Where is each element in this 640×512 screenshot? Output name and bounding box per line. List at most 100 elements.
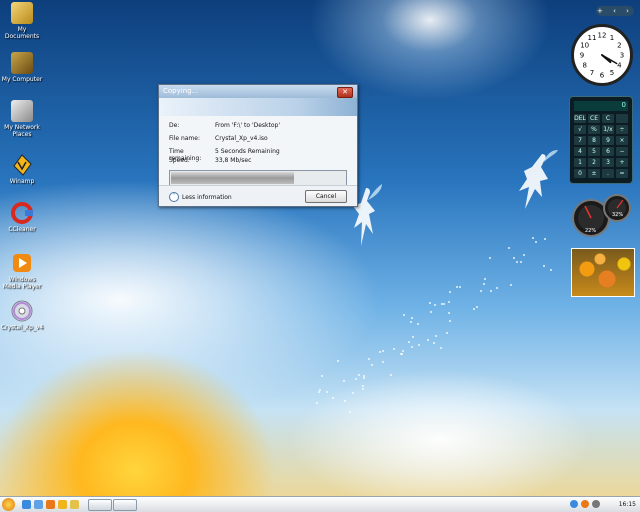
sparkle	[410, 317, 413, 320]
sparkle	[399, 352, 402, 355]
cpu-meter-gadget[interactable]: 22% 32%	[571, 192, 633, 238]
desktop-icon-winamp[interactable]: Winamp	[0, 154, 44, 185]
calculator-key[interactable]: 8	[588, 136, 600, 145]
calculator-key[interactable]: CE	[588, 114, 600, 123]
calculator-key[interactable]: 3	[602, 158, 614, 167]
tray-security-icon[interactable]	[581, 500, 589, 508]
clock-numeral: 7	[590, 69, 594, 77]
desktop-icon-media-player[interactable]: Windows Media Player	[0, 252, 44, 290]
clock-numeral: 10	[580, 42, 589, 50]
calculator-key[interactable]: 4	[574, 147, 586, 156]
system-tray: 16:15	[566, 497, 640, 512]
field-value: From 'F:\' to 'Desktop'	[215, 122, 280, 129]
less-information-toggle[interactable]: ˄ Less information	[169, 192, 232, 202]
calculator-key[interactable]: 6	[602, 147, 614, 156]
clock-numeral: 12	[598, 32, 607, 40]
field-label: File name:	[169, 135, 200, 142]
clock-numeral: 8	[582, 62, 586, 70]
quicklaunch-desktop-icon[interactable]	[34, 500, 43, 509]
desktop-icon-my-computer[interactable]: My Computer	[0, 52, 44, 83]
calculator-key[interactable]: DEL	[574, 114, 586, 123]
progress-bar	[169, 170, 347, 186]
clock-numeral: 2	[617, 42, 621, 50]
sparkle	[411, 335, 414, 338]
calculator-key[interactable]: %	[588, 125, 600, 134]
sparkle	[442, 302, 445, 305]
desktop-wallpaper	[0, 0, 640, 512]
copy-dialog: Copying... ✕ De: From 'F:\' to 'Desktop'…	[158, 84, 358, 207]
calculator-key[interactable]: 0	[574, 169, 586, 178]
field-label: Time remaining:	[169, 148, 202, 162]
calculator-key[interactable]: √	[574, 125, 586, 134]
calculator-key[interactable]: 2	[588, 158, 600, 167]
calculator-key[interactable]: 1/x	[602, 125, 614, 134]
desktop-icon-ccleaner[interactable]: CCleaner	[0, 202, 44, 233]
desktop-icon-label: My Network Places	[4, 124, 40, 138]
calculator-key[interactable]: ±	[588, 169, 600, 178]
my-computer-icon	[11, 52, 33, 74]
taskbar-window-button[interactable]	[113, 499, 137, 511]
desktop-icon-label: Crystal_Xp_v4	[0, 324, 44, 331]
clock-numeral: 3	[620, 52, 624, 60]
desktop-icon-label: Windows Media Player	[2, 276, 42, 290]
tray-clock[interactable]: 16:15	[619, 497, 636, 512]
desktop-icon-my-documents[interactable]: My Documents	[0, 2, 44, 40]
calculator-key[interactable]: 9	[602, 136, 614, 145]
slideshow-gadget-image[interactable]	[571, 248, 635, 297]
clock-face-icon: 1234567891011 12	[580, 32, 624, 80]
taskbar: 16:15	[0, 496, 640, 512]
taskbar-window-button[interactable]	[88, 499, 112, 511]
dialog-title: Copying...	[163, 87, 199, 95]
quicklaunch-media-icon[interactable]	[58, 500, 67, 509]
calculator-key[interactable]: .	[602, 169, 614, 178]
quicklaunch-ie-icon[interactable]	[22, 500, 31, 509]
sparkle	[390, 373, 393, 376]
desktop-icon-network-places[interactable]: My Network Places	[0, 100, 44, 138]
calculator-display: 0	[574, 101, 628, 111]
sparkle	[507, 246, 510, 249]
sparkle	[332, 396, 335, 399]
calculator-key[interactable]: +	[616, 158, 628, 167]
dialog-banner	[159, 98, 357, 116]
dialog-body: De: From 'F:\' to 'Desktop' File name: C…	[159, 116, 357, 186]
start-button[interactable]	[2, 498, 15, 511]
progress-fill	[171, 172, 295, 184]
less-information-label: Less information	[182, 193, 232, 201]
sparkle	[401, 349, 404, 352]
calculator-key[interactable]: ×	[616, 136, 628, 145]
calculator-key[interactable]: 5	[588, 147, 600, 156]
cpu-meter-icon	[572, 194, 631, 237]
tray-volume-icon[interactable]	[592, 500, 600, 508]
field-label: De:	[169, 122, 180, 129]
desktop-icon-crystal-disc[interactable]: Crystal_Xp_v4	[0, 300, 44, 331]
sparkle	[509, 283, 512, 286]
disc-icon	[11, 300, 33, 322]
calculator-key[interactable]: =	[616, 169, 628, 178]
sidebar-controls[interactable]: + ‹ ›	[596, 6, 634, 16]
calculator-key[interactable]: 7	[574, 136, 586, 145]
sparkle	[417, 344, 420, 347]
calculator-key[interactable]: C	[602, 114, 614, 123]
field-value: 33,8 Mb/sec	[215, 157, 252, 164]
quicklaunch-firefox-icon[interactable]	[46, 500, 55, 509]
sparkle	[320, 375, 323, 378]
network-places-icon	[11, 100, 33, 122]
clock-numeral: 6	[600, 72, 605, 80]
calculator-key[interactable]: ÷	[616, 125, 628, 134]
clock-numeral: 5	[610, 69, 614, 77]
desktop-icon-label: My Documents	[4, 26, 40, 40]
clock-gadget[interactable]: 1 2 3 4 5 6 7 8 9 10 11 12	[571, 24, 633, 86]
calculator-key[interactable]: 1	[574, 158, 586, 167]
cpu-meter-label: 22%	[585, 228, 597, 234]
close-button[interactable]: ✕	[337, 87, 353, 98]
quicklaunch-folder-icon[interactable]	[70, 500, 79, 509]
calculator-key[interactable]: −	[616, 147, 628, 156]
cancel-button[interactable]: Cancel	[305, 190, 347, 203]
dialog-titlebar[interactable]: Copying... ✕	[159, 85, 357, 98]
field-value: 5 Seconds Remaining	[215, 148, 280, 155]
tray-network-icon[interactable]	[570, 500, 578, 508]
sparkle	[409, 320, 412, 323]
sparkle	[448, 319, 451, 322]
sparkle	[426, 339, 429, 342]
calculator-gadget[interactable]: 0 DEL CE C √% 1/x ÷ 7 8 9 × 4 5 6−1 2 3 +0 ±. =	[569, 96, 633, 184]
